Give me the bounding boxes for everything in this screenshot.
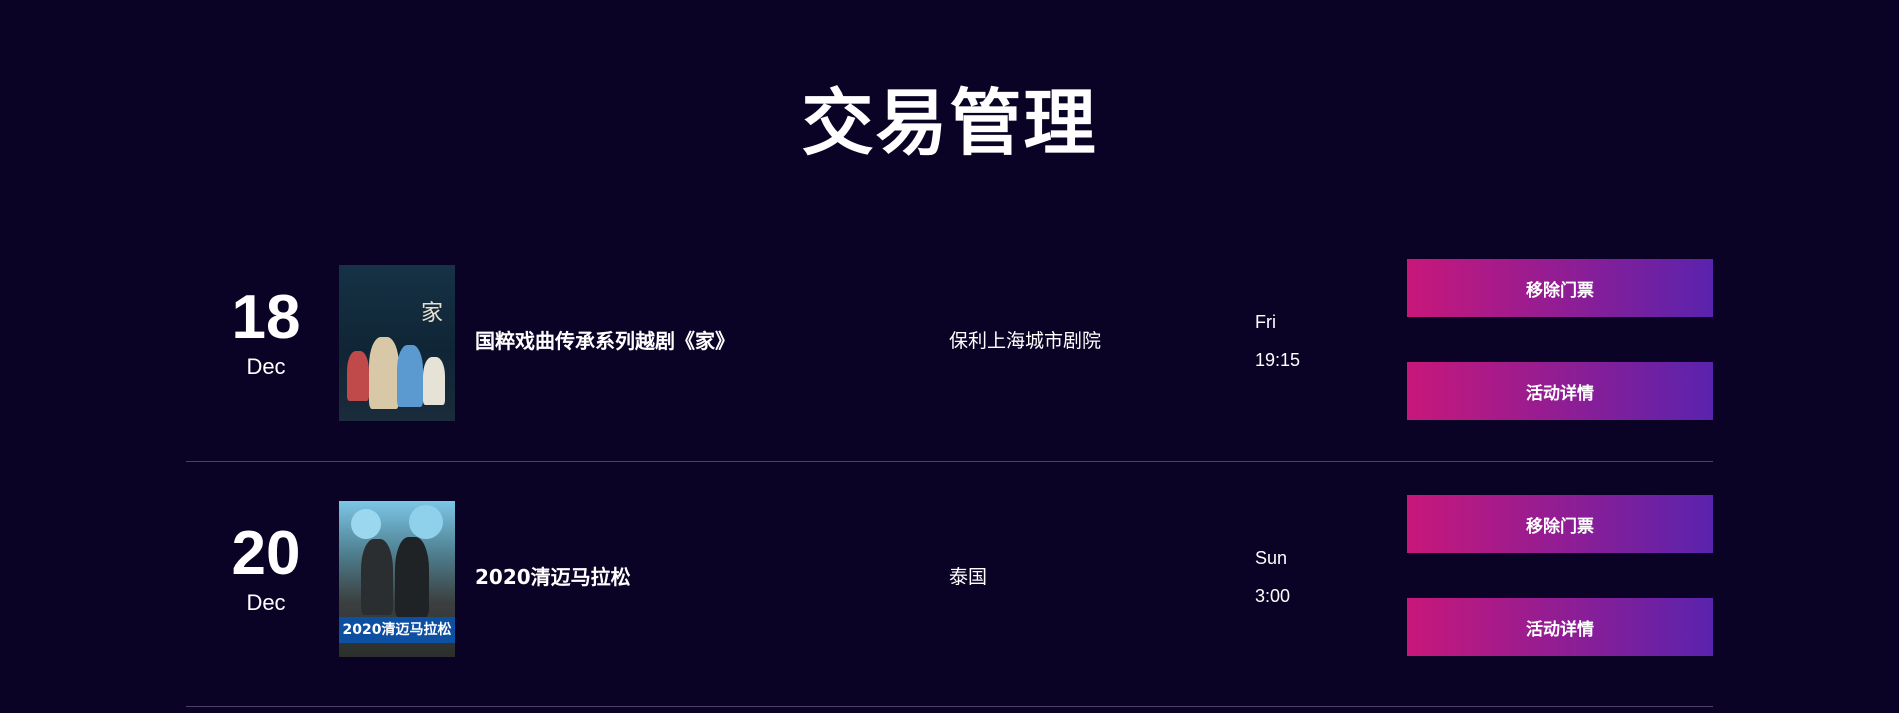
- event-date-day: 18: [231, 283, 301, 352]
- poster-figure: [397, 345, 423, 407]
- event-venue: 泰国: [949, 566, 988, 588]
- event-details-button[interactable]: 活动详情: [1407, 362, 1713, 420]
- event-row-content: 20 Dec 2020清迈马拉松 2020清迈马拉松 泰国 Sun 3:00 移…: [186, 495, 1713, 672]
- event-date-day: 20: [231, 519, 301, 588]
- poster-balloon: [351, 509, 381, 539]
- page-title: 交易管理: [801, 81, 1098, 165]
- event-date-month: Dec: [246, 590, 286, 615]
- poster-title-glyph: 家: [420, 301, 443, 326]
- event-poster-image[interactable]: 家: [339, 265, 455, 421]
- event-details-button[interactable]: 活动详情: [1407, 598, 1713, 656]
- poster-balloon: [409, 505, 443, 539]
- page: 交易管理 18 Dec 家 国粹戏曲传承系列越剧《家》 保利上海城市剧院 Fri…: [0, 0, 1899, 713]
- event-row: 18 Dec 家 国粹戏曲传承系列越剧《家》 保利上海城市剧院 Fri 19:1…: [186, 245, 1713, 462]
- poster-figure: [423, 357, 445, 405]
- event-clock-time: 19:15: [1255, 350, 1301, 370]
- event-name: 2020清迈马拉松: [475, 565, 631, 589]
- event-time: Sun 3:00: [1255, 543, 1290, 611]
- remove-ticket-button[interactable]: 移除门票: [1407, 259, 1713, 317]
- poster-banner-text: 2020清迈马拉松: [339, 617, 455, 643]
- event-date: 20 Dec: [216, 523, 316, 617]
- event-weekday: Sun: [1255, 548, 1288, 568]
- event-poster-image[interactable]: 2020清迈马拉松: [339, 501, 455, 657]
- event-date: 18 Dec: [216, 287, 316, 381]
- poster-figure: [361, 539, 393, 615]
- event-row-content: 18 Dec 家 国粹戏曲传承系列越剧《家》 保利上海城市剧院 Fri 19:1…: [186, 259, 1713, 436]
- poster-figure: [347, 351, 369, 401]
- event-clock-time: 3:00: [1255, 586, 1291, 606]
- poster-figure: [395, 537, 429, 617]
- event-name: 国粹戏曲传承系列越剧《家》: [475, 329, 735, 353]
- poster-figure: [369, 337, 399, 409]
- event-row: 20 Dec 2020清迈马拉松 2020清迈马拉松 泰国 Sun 3:00 移…: [186, 462, 1713, 707]
- event-weekday: Fri: [1255, 312, 1276, 332]
- event-time: Fri 19:15: [1255, 307, 1300, 375]
- event-date-month: Dec: [246, 354, 286, 379]
- remove-ticket-button[interactable]: 移除门票: [1407, 495, 1713, 553]
- event-venue: 保利上海城市剧院: [949, 330, 1102, 352]
- event-list: 18 Dec 家 国粹戏曲传承系列越剧《家》 保利上海城市剧院 Fri 19:1…: [186, 245, 1713, 707]
